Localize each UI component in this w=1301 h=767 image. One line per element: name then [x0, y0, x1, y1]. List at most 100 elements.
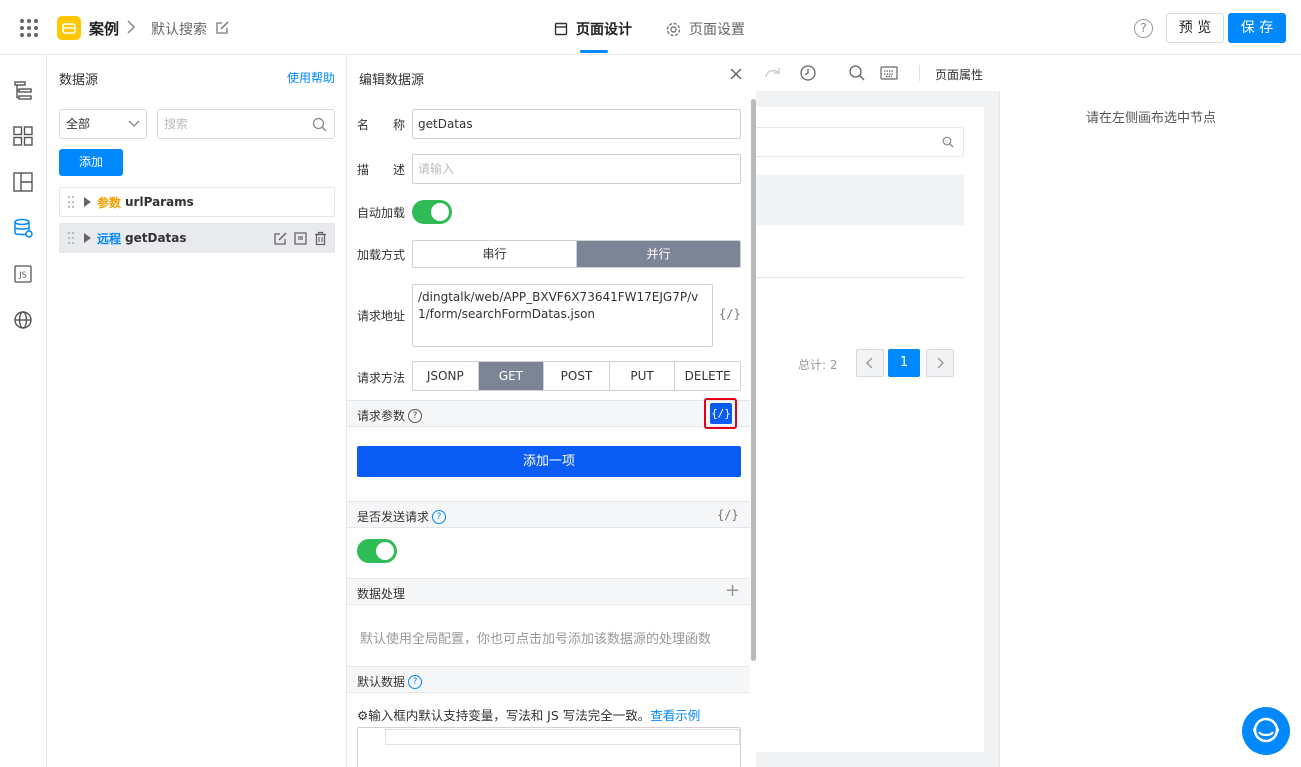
edit-datasource-panel: 编辑数据源 名 称 getDatas 描 述 请输入 自动加载 加载方式 串行 …: [347, 55, 756, 767]
question-icon[interactable]: ?: [408, 408, 423, 423]
drag-handle-icon: [68, 196, 74, 208]
page-name: 默认搜索: [151, 22, 207, 38]
request-method-label: 请求方法: [357, 371, 406, 385]
send-code-toggle[interactable]: {/}: [717, 508, 739, 522]
help-icon[interactable]: ?: [1134, 19, 1153, 38]
canvas-search-box[interactable]: [756, 127, 964, 157]
datasource-item-actions: [273, 231, 328, 246]
default-data-hint: ⚙输入框内默认支持变量，写法和 JS 写法完全一致。查看示例: [357, 705, 700, 724]
trash-icon[interactable]: [313, 231, 328, 246]
tab-page-design[interactable]: 页面设计: [554, 19, 632, 39]
method-delete[interactable]: DELETE: [675, 362, 740, 390]
load-mode-serial[interactable]: 串行: [413, 241, 577, 267]
add-datasource-button[interactable]: 添加: [59, 149, 123, 176]
default-data-editor[interactable]: [357, 727, 741, 767]
edit-icon[interactable]: [273, 231, 288, 246]
svg-text:JS: JS: [18, 271, 26, 280]
expand-triangle-icon[interactable]: [84, 197, 91, 207]
load-mode-parallel[interactable]: 并行: [577, 241, 740, 267]
select-node-hint: 请在左侧画布选中节点: [1085, 111, 1216, 126]
pagination-total: 总计: 2: [798, 358, 838, 372]
layout-icon[interactable]: [12, 171, 34, 193]
preview-button[interactable]: 预 览: [1166, 13, 1224, 43]
datasource-icon[interactable]: [12, 217, 34, 239]
prev-page-button[interactable]: [856, 349, 884, 377]
send-request-toggle[interactable]: [357, 539, 397, 563]
datasource-type-tag: 远程: [97, 231, 122, 246]
copy-icon[interactable]: [293, 231, 308, 246]
datasource-item-urlparams[interactable]: 参数 urlParams: [59, 187, 335, 217]
editor-inner-box: [385, 729, 740, 745]
default-data-label: 默认数据: [357, 675, 406, 689]
tab-page-settings[interactable]: 页面设置: [666, 19, 745, 39]
datasource-panel-title: 数据源: [59, 73, 99, 88]
active-tab-indicator: [580, 50, 608, 53]
data-processing-label: 数据处理: [357, 587, 406, 601]
save-button[interactable]: 保 存: [1228, 13, 1286, 43]
request-url-input[interactable]: /dingtalk/web/APP_BXVF6X73641FW17EJG7P/v…: [412, 284, 713, 347]
support-chat-icon: [1253, 717, 1279, 743]
plus-icon[interactable]: +: [725, 580, 740, 601]
top-bar: 案例 默认搜索 页面设计 页面设置 ? 预 览 保 存: [0, 0, 1301, 55]
tab-page-design-label: 页面设计: [576, 22, 632, 38]
data-processing-section: 数据处理 +: [347, 578, 750, 605]
datasource-name: urlParams: [125, 195, 194, 209]
usage-help-link[interactable]: 使用帮助: [287, 69, 335, 86]
page-preview-card: 总计: 2 1: [756, 107, 984, 752]
send-request-label: 是否发送请求: [357, 510, 430, 524]
datasource-panel: 数据源 使用帮助 全部 搜索 添加 参数 urlParams 远程 getDat…: [47, 55, 347, 767]
page-properties-button[interactable]: 页面属性: [935, 66, 983, 83]
name-input[interactable]: getDatas: [412, 109, 741, 139]
outline-tree-icon[interactable]: [12, 79, 34, 101]
datasource-filter-select[interactable]: 全部: [59, 109, 147, 139]
name-label: 名 称: [357, 118, 406, 132]
expand-triangle-icon[interactable]: [84, 233, 91, 243]
description-input[interactable]: 请输入: [412, 154, 741, 184]
toolbar-divider: [919, 65, 920, 81]
search-placeholder: 搜索: [164, 117, 189, 131]
params-code-toggle[interactable]: {/}: [710, 403, 732, 424]
default-data-hint-text: ⚙输入框内默认支持变量，写法和 JS 写法完全一致。: [357, 708, 651, 723]
app-grid-icon[interactable]: [18, 17, 40, 39]
method-jsonp[interactable]: JSONP: [413, 362, 479, 390]
design-canvas: 页面属性 总计: 2 1: [756, 55, 1000, 767]
close-icon[interactable]: [729, 67, 743, 81]
view-example-link[interactable]: 查看示例: [650, 708, 700, 723]
edit-page-name-icon[interactable]: [215, 20, 230, 35]
method-put[interactable]: PUT: [610, 362, 676, 390]
current-page-button[interactable]: 1: [888, 349, 920, 377]
row-divider: [756, 277, 964, 278]
autoload-toggle[interactable]: [412, 200, 452, 224]
app-logo-icon: [57, 16, 81, 40]
table-header-row: [756, 175, 964, 225]
gear-icon: [666, 22, 681, 36]
globe-icon[interactable]: [12, 309, 34, 331]
datasource-item-getdatas[interactable]: 远程 getDatas: [59, 223, 335, 253]
search-icon[interactable]: [848, 64, 866, 82]
url-code-toggle[interactable]: {/}: [719, 307, 741, 321]
app-name[interactable]: 案例: [89, 18, 119, 39]
send-request-section: 是否发送请求? {/}: [347, 501, 750, 528]
redo-icon[interactable]: [763, 64, 783, 82]
request-method-segmented: JSONP GET POST PUT DELETE: [412, 361, 741, 391]
keyboard-icon[interactable]: [880, 66, 898, 80]
method-post[interactable]: POST: [544, 362, 610, 390]
js-icon[interactable]: JS: [12, 263, 34, 285]
load-mode-label: 加载方式: [357, 248, 406, 262]
method-get[interactable]: GET: [478, 362, 545, 390]
chevron-down-icon: [128, 119, 140, 129]
search-icon: [942, 136, 954, 148]
left-icon-rail: JS: [0, 55, 47, 767]
add-item-button[interactable]: 添加一项: [357, 446, 741, 477]
load-mode-segmented: 串行 并行: [412, 240, 741, 268]
next-page-button[interactable]: [926, 349, 954, 377]
customer-service-button[interactable]: [1242, 707, 1290, 755]
question-icon[interactable]: ?: [408, 674, 423, 689]
default-data-section: 默认数据?: [347, 666, 750, 693]
filter-value: 全部: [66, 117, 91, 131]
question-icon[interactable]: ?: [432, 509, 447, 524]
canvas-toolbar: 页面属性: [756, 55, 1000, 91]
components-icon[interactable]: [12, 125, 34, 147]
history-icon[interactable]: [799, 64, 817, 82]
datasource-search-input[interactable]: 搜索: [157, 109, 335, 139]
